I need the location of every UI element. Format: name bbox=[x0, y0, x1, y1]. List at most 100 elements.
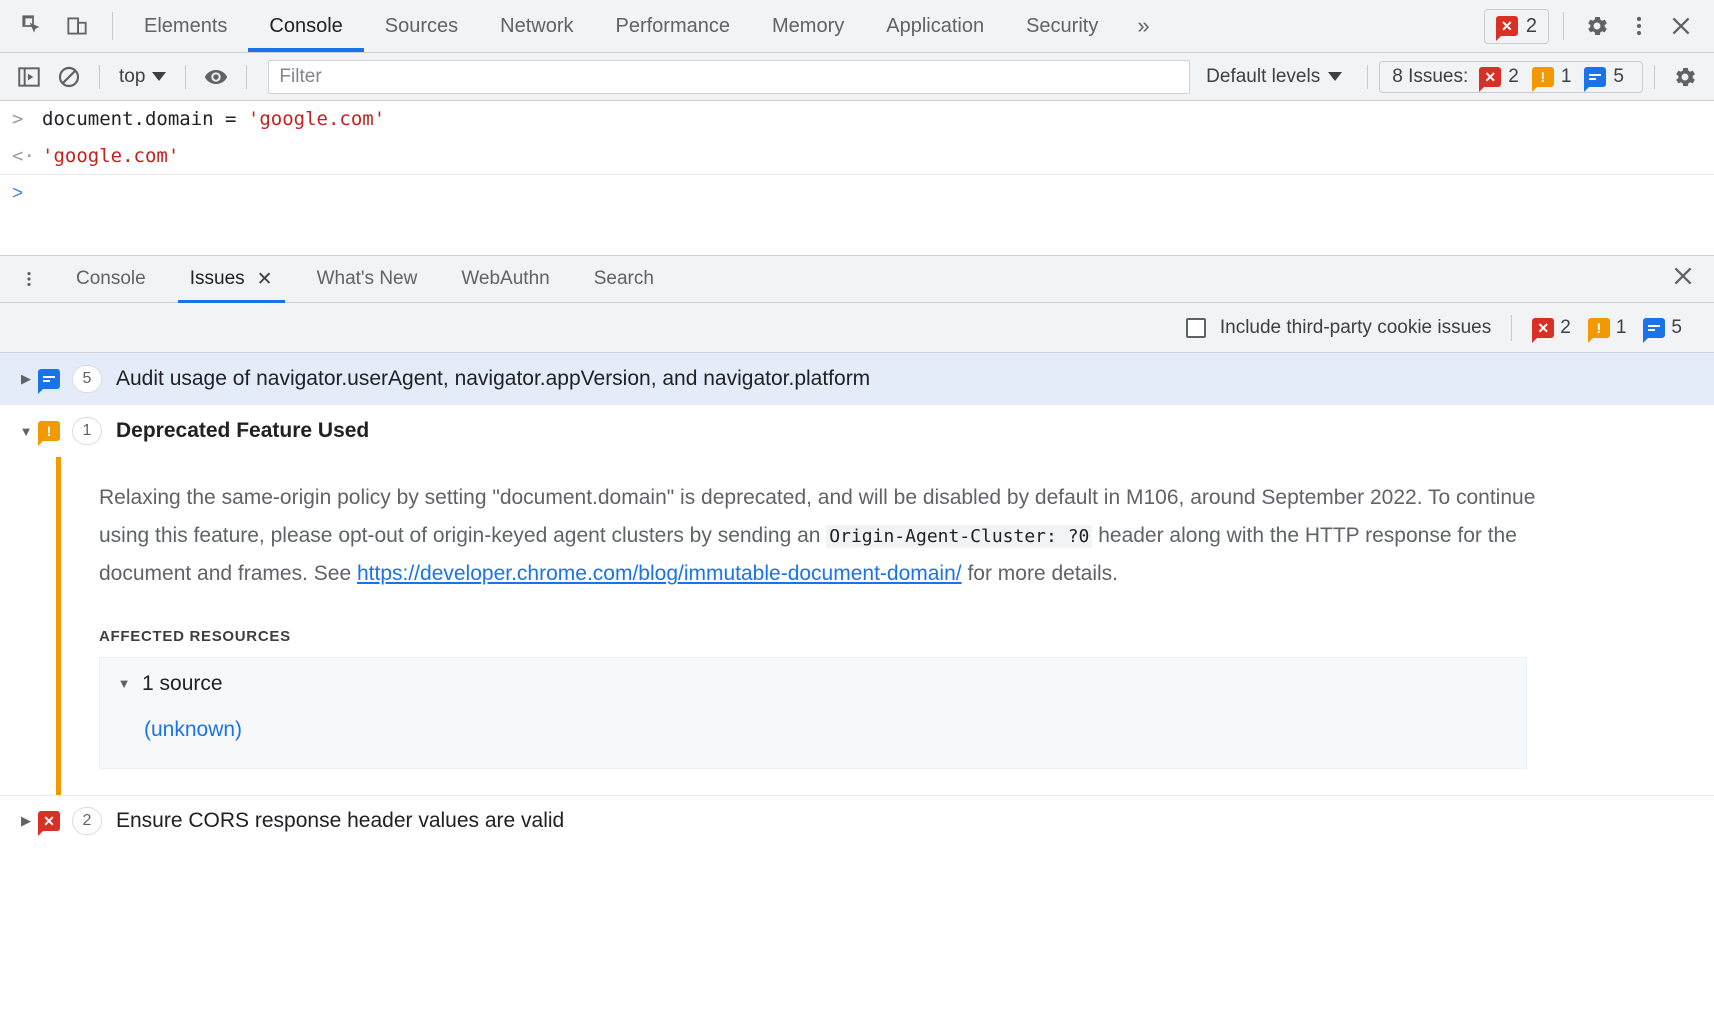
tab-network[interactable]: Network bbox=[479, 0, 594, 52]
drawer-close-icon[interactable] bbox=[1670, 263, 1714, 296]
third-party-cookie-label: Include third-party cookie issues bbox=[1220, 317, 1491, 339]
console-spacer bbox=[0, 213, 1714, 255]
issues-warning-count: 1 bbox=[1616, 317, 1627, 339]
issues-list: ▶ 5 Audit usage of navigator.userAgent, … bbox=[0, 353, 1714, 847]
error-badge-icon: ✕ bbox=[38, 811, 72, 831]
console-result-line: <· 'google.com' bbox=[0, 138, 1714, 176]
issues-summary-chip[interactable]: 8 Issues: ✕ 2 ! 1 5 bbox=[1379, 61, 1643, 93]
filterbar-divider-5 bbox=[1654, 65, 1655, 89]
tab-sources[interactable]: Sources bbox=[364, 0, 479, 52]
console-input-line[interactable]: > document.domain = 'google.com' bbox=[0, 101, 1714, 138]
error-count-value: 2 bbox=[1526, 15, 1537, 38]
issues-error-pair: ✕ 2 bbox=[1532, 317, 1571, 339]
drawer-tabbar: Console Issues ✕ What's New WebAuthn Sea… bbox=[0, 255, 1714, 303]
drawer-tab-whats-new[interactable]: What's New bbox=[295, 255, 440, 303]
issue-row-deprecated-feature-used[interactable]: ▼ ! 1 Deprecated Feature Used bbox=[0, 405, 1714, 457]
issues-warning-pair: ! 1 bbox=[1588, 317, 1627, 339]
drawer-tab-search-label: Search bbox=[594, 268, 654, 290]
collapse-triangle-icon[interactable]: ▼ bbox=[14, 424, 38, 439]
issue-row-cors-response-header[interactable]: ▶ ✕ 2 Ensure CORS response header values… bbox=[0, 795, 1714, 847]
execution-context-selector[interactable]: top bbox=[111, 63, 174, 91]
gear-icon[interactable] bbox=[1666, 58, 1704, 96]
tab-memory[interactable]: Memory bbox=[751, 0, 865, 52]
issue-title: Ensure CORS response header values are v… bbox=[116, 809, 564, 833]
drawer-tab-webauthn[interactable]: WebAuthn bbox=[439, 255, 571, 303]
collapse-triangle-icon: ▼ bbox=[116, 676, 132, 691]
issue-title: Audit usage of navigator.userAgent, navi… bbox=[116, 367, 870, 391]
console-input-string: 'google.com' bbox=[248, 108, 385, 130]
toolbar-divider-right bbox=[1563, 12, 1564, 40]
affected-resource-item[interactable]: (unknown) bbox=[144, 718, 1526, 742]
device-toolbar-icon[interactable] bbox=[58, 7, 96, 45]
issues-warning-count: 1 bbox=[1561, 66, 1572, 88]
tab-console-label: Console bbox=[269, 15, 342, 38]
info-badge-icon bbox=[38, 369, 72, 389]
gear-icon[interactable] bbox=[1578, 7, 1616, 45]
filter-input[interactable] bbox=[268, 60, 1190, 94]
tab-memory-label: Memory bbox=[772, 15, 844, 38]
issue-description-part3: for more details. bbox=[962, 562, 1118, 585]
log-level-selector[interactable]: Default levels bbox=[1192, 66, 1356, 88]
affected-resources-toggle[interactable]: ▼ 1 source bbox=[116, 672, 1526, 696]
issue-count-pill: 5 bbox=[72, 365, 102, 393]
affected-resources-count-label: 1 source bbox=[142, 672, 223, 696]
devtools-left-tools bbox=[0, 0, 123, 52]
warning-badge-icon: ! bbox=[1588, 318, 1610, 338]
filterbar-divider-2 bbox=[185, 65, 186, 89]
kebab-menu-icon[interactable] bbox=[1620, 7, 1658, 45]
tab-security[interactable]: Security bbox=[1005, 0, 1119, 52]
expand-triangle-icon[interactable]: ▶ bbox=[14, 371, 38, 387]
affected-resources-header: AFFECTED RESOURCES bbox=[99, 628, 1714, 645]
third-party-cookie-checkbox[interactable] bbox=[1186, 318, 1206, 338]
drawer-tab-search[interactable]: Search bbox=[572, 255, 676, 303]
issues-info-pair: 5 bbox=[1643, 317, 1682, 339]
expand-triangle-icon[interactable]: ▶ bbox=[14, 813, 38, 829]
chevron-down-icon bbox=[1328, 72, 1342, 81]
console-sidebar-icon[interactable] bbox=[10, 58, 48, 96]
third-party-cookie-checkbox-row[interactable]: Include third-party cookie issues bbox=[1186, 317, 1491, 339]
tab-sources-label: Sources bbox=[385, 15, 458, 38]
tab-console[interactable]: Console bbox=[248, 0, 363, 52]
console-result-value: 'google.com' bbox=[42, 142, 179, 171]
error-badge-icon: ✕ bbox=[1496, 16, 1518, 36]
console-new-prompt[interactable]: > bbox=[0, 175, 1714, 213]
panel-tab-list: Elements Console Sources Network Perform… bbox=[123, 0, 1119, 52]
clear-console-icon[interactable] bbox=[50, 58, 88, 96]
drawer-tab-issues[interactable]: Issues ✕ bbox=[168, 255, 295, 303]
issue-documentation-link[interactable]: https://developer.chrome.com/blog/immuta… bbox=[357, 562, 962, 585]
error-count-chip[interactable]: ✕ 2 bbox=[1484, 9, 1549, 44]
tab-elements[interactable]: Elements bbox=[123, 0, 248, 52]
console-input-expression: document.domain = 'google.com' bbox=[42, 105, 385, 134]
warning-badge-icon: ! bbox=[1532, 67, 1554, 87]
inspect-element-icon[interactable] bbox=[14, 7, 52, 45]
drawer-tab-webauthn-label: WebAuthn bbox=[461, 268, 549, 290]
drawer-tab-console-label: Console bbox=[76, 268, 146, 290]
kebab-menu-icon[interactable] bbox=[16, 268, 42, 290]
issue-details-deprecated-feature-used: Relaxing the same-origin policy by setti… bbox=[56, 457, 1714, 795]
close-icon[interactable] bbox=[1662, 7, 1700, 45]
issues-toolbar-divider bbox=[1511, 315, 1512, 341]
issues-error-count: 2 bbox=[1508, 66, 1519, 88]
devtools-panel-tabbar: Elements Console Sources Network Perform… bbox=[0, 0, 1714, 53]
filterbar-divider-1 bbox=[99, 65, 100, 89]
chevron-down-icon bbox=[152, 72, 166, 81]
drawer-tab-issues-label: Issues bbox=[190, 268, 245, 290]
console-filter-toolbar: top Default levels 8 Issues: ✕ 2 ! 1 5 bbox=[0, 53, 1714, 101]
tab-security-label: Security bbox=[1026, 15, 1098, 38]
tab-performance-label: Performance bbox=[616, 15, 731, 38]
live-expression-icon[interactable] bbox=[197, 58, 235, 96]
tab-elements-label: Elements bbox=[144, 15, 227, 38]
tab-network-label: Network bbox=[500, 15, 573, 38]
issues-info-count: 5 bbox=[1613, 66, 1624, 88]
console-output: > document.domain = 'google.com' <· 'goo… bbox=[0, 101, 1714, 213]
chevron-double-right-icon[interactable]: » bbox=[1119, 0, 1167, 52]
issues-count-group: ✕ 2 ! 1 5 bbox=[1532, 317, 1692, 339]
tab-application[interactable]: Application bbox=[865, 0, 1005, 52]
issue-row-audit-user-agent[interactable]: ▶ 5 Audit usage of navigator.userAgent, … bbox=[0, 353, 1714, 405]
warning-badge-icon: ! bbox=[38, 421, 72, 441]
issues-error-count: 2 bbox=[1560, 317, 1571, 339]
drawer-tab-console[interactable]: Console bbox=[54, 255, 168, 303]
close-icon[interactable]: ✕ bbox=[257, 268, 273, 291]
toolbar-divider bbox=[112, 12, 113, 40]
tab-performance[interactable]: Performance bbox=[595, 0, 752, 52]
